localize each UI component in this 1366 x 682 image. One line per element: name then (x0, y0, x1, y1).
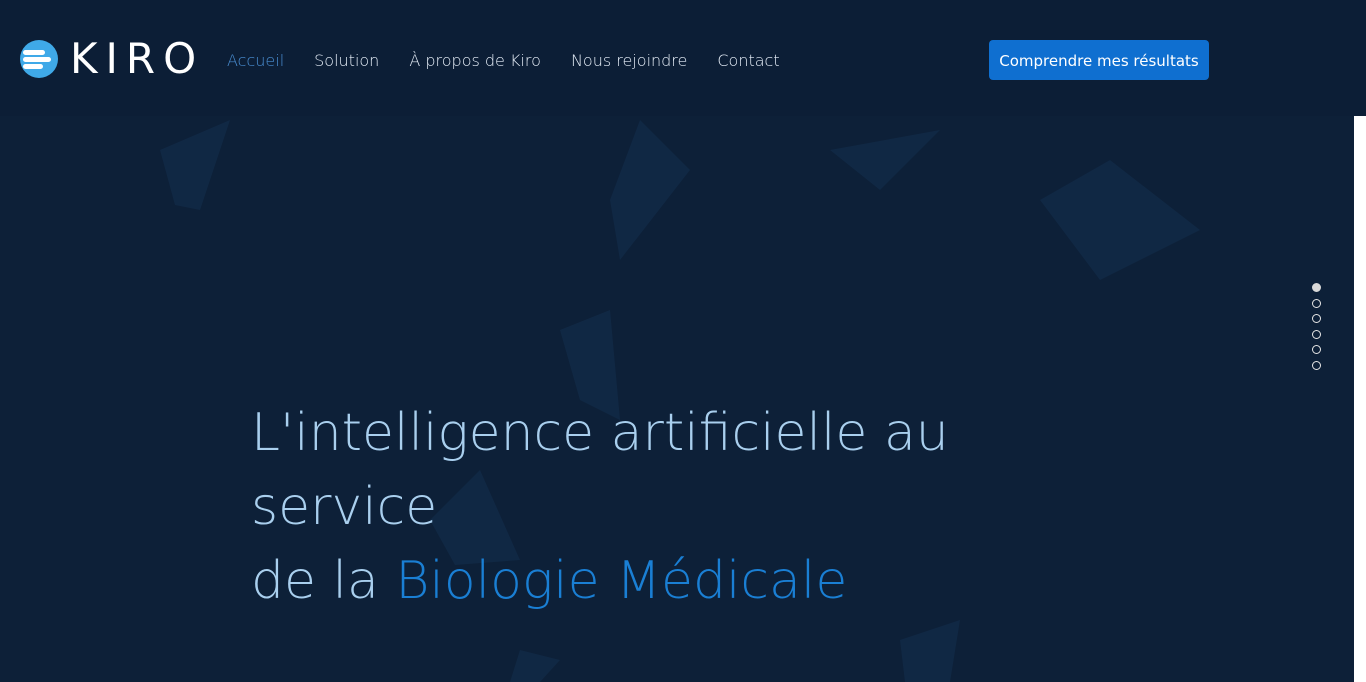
slider-dot-3[interactable] (1312, 314, 1321, 323)
comprendre-resultats-button[interactable]: Comprendre mes résultats (989, 40, 1209, 80)
nav-item-contact[interactable]: Contact (717, 49, 779, 73)
main-nav: Accueil Solution À propos de Kiro Nous r… (227, 49, 780, 73)
slider-dot-6[interactable] (1312, 360, 1321, 370)
page-scrollbar[interactable] (1354, 116, 1366, 682)
slider-dot-5[interactable] (1312, 345, 1321, 354)
hero-title-line1: L'intelligence artificielle au service (251, 403, 949, 537)
slider-dot-2[interactable] (1312, 298, 1321, 308)
nav-item-nous-rejoindre[interactable]: Nous rejoindre (571, 49, 687, 73)
slider-dots (1312, 283, 1321, 370)
nav-item-solution[interactable]: Solution (314, 49, 379, 73)
hero-title: L'intelligence artificielle au service d… (251, 396, 1151, 618)
brand-name: KIRO (70, 34, 205, 83)
nav-item-accueil[interactable]: Accueil (227, 49, 284, 73)
brand-logo[interactable]: KIRO (20, 34, 205, 83)
hero-title-line2-prefix: de la (251, 551, 396, 611)
kiro-logo-mark-icon (20, 40, 58, 78)
nav-item-a-propos[interactable]: À propos de Kiro (409, 49, 541, 73)
page: KIRO Accueil Solution À propos de Kiro N… (0, 0, 1366, 682)
hero-title-accent: Biologie Médicale (395, 551, 848, 611)
site-header: KIRO Accueil Solution À propos de Kiro N… (0, 0, 1366, 116)
slider-dot-4[interactable] (1312, 329, 1321, 339)
slider-dot-1[interactable] (1312, 283, 1321, 292)
